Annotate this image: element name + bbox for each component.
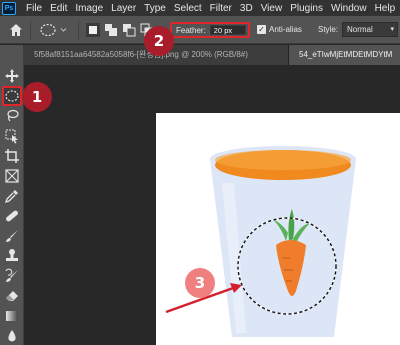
menu-select[interactable]: Select [170,3,206,14]
tab-document-2[interactable]: 54_eTIwMjEtMDEtMDYtM [289,45,400,65]
callout-2: 2 [144,26,174,56]
subtract-from-selection-icon[interactable] [122,23,136,37]
options-separator [78,20,79,40]
document-tabs: 5f58af8151aa64582a5058f6-[완성됨].png @ 200… [24,45,400,65]
gradient-icon[interactable] [4,308,20,324]
chevron-down-icon: ▾ [390,26,394,33]
ellipse-preset-icon [40,23,67,37]
ps-logo: Ps [2,1,16,15]
menu-window[interactable]: Window [327,3,371,14]
history-brush-icon[interactable] [4,268,20,284]
options-separator [30,20,31,40]
juice-highlight [215,150,351,170]
eyedropper-icon[interactable] [4,188,20,204]
menu-plugins[interactable]: Plugins [286,3,327,14]
menu-layer[interactable]: Layer [107,3,140,14]
menu-image[interactable]: Image [71,3,107,14]
object-select-icon[interactable] [4,128,20,144]
style-label: Style: [318,25,339,34]
new-selection-icon[interactable] [86,23,100,37]
menu-view[interactable]: View [257,3,287,14]
healing-brush-icon[interactable] [4,208,20,224]
anti-alias-checkbox[interactable]: ✓ [257,25,266,34]
feather-label: Feather: [176,25,206,35]
eraser-icon[interactable] [4,288,20,304]
options-bar: Feather: 20 px ✓ Anti-alias Style: Norma… [0,16,400,44]
blur-icon[interactable] [4,328,20,344]
lasso-icon[interactable] [4,108,20,124]
menu-edit[interactable]: Edit [46,3,71,14]
move-tool-icon[interactable] [4,68,20,84]
menu-3d[interactable]: 3D [236,3,257,14]
menu-filter[interactable]: Filter [206,3,236,14]
menu-type[interactable]: Type [140,3,170,14]
anti-alias-label: Anti-alias [269,25,302,34]
menu-file[interactable]: File [22,3,46,14]
tools-panel [0,45,24,345]
add-to-selection-icon[interactable] [104,23,118,37]
feather-input[interactable]: 20 px [209,25,246,35]
clone-stamp-icon[interactable] [4,248,20,264]
photoshop-window: Ps File Edit Image Layer Type Select Fil… [0,0,400,345]
menu-bar: Ps File Edit Image Layer Type Select Fil… [0,0,400,16]
callout-1: 1 [22,82,52,112]
brush-icon[interactable] [4,228,20,244]
crop-icon[interactable] [4,148,20,164]
frame-icon[interactable] [4,168,20,184]
elliptical-marquee-icon [5,90,19,102]
feather-field[interactable]: Feather: 20 px [170,22,250,38]
callout-3: 3 [185,268,215,298]
style-dropdown[interactable]: Normal ▾ [342,22,398,37]
menu-help[interactable]: Help [371,3,400,14]
style-value: Normal [347,25,373,34]
home-icon[interactable] [8,22,24,38]
elliptical-marquee-tool[interactable] [2,86,22,106]
tool-preset-picker[interactable] [38,22,68,38]
